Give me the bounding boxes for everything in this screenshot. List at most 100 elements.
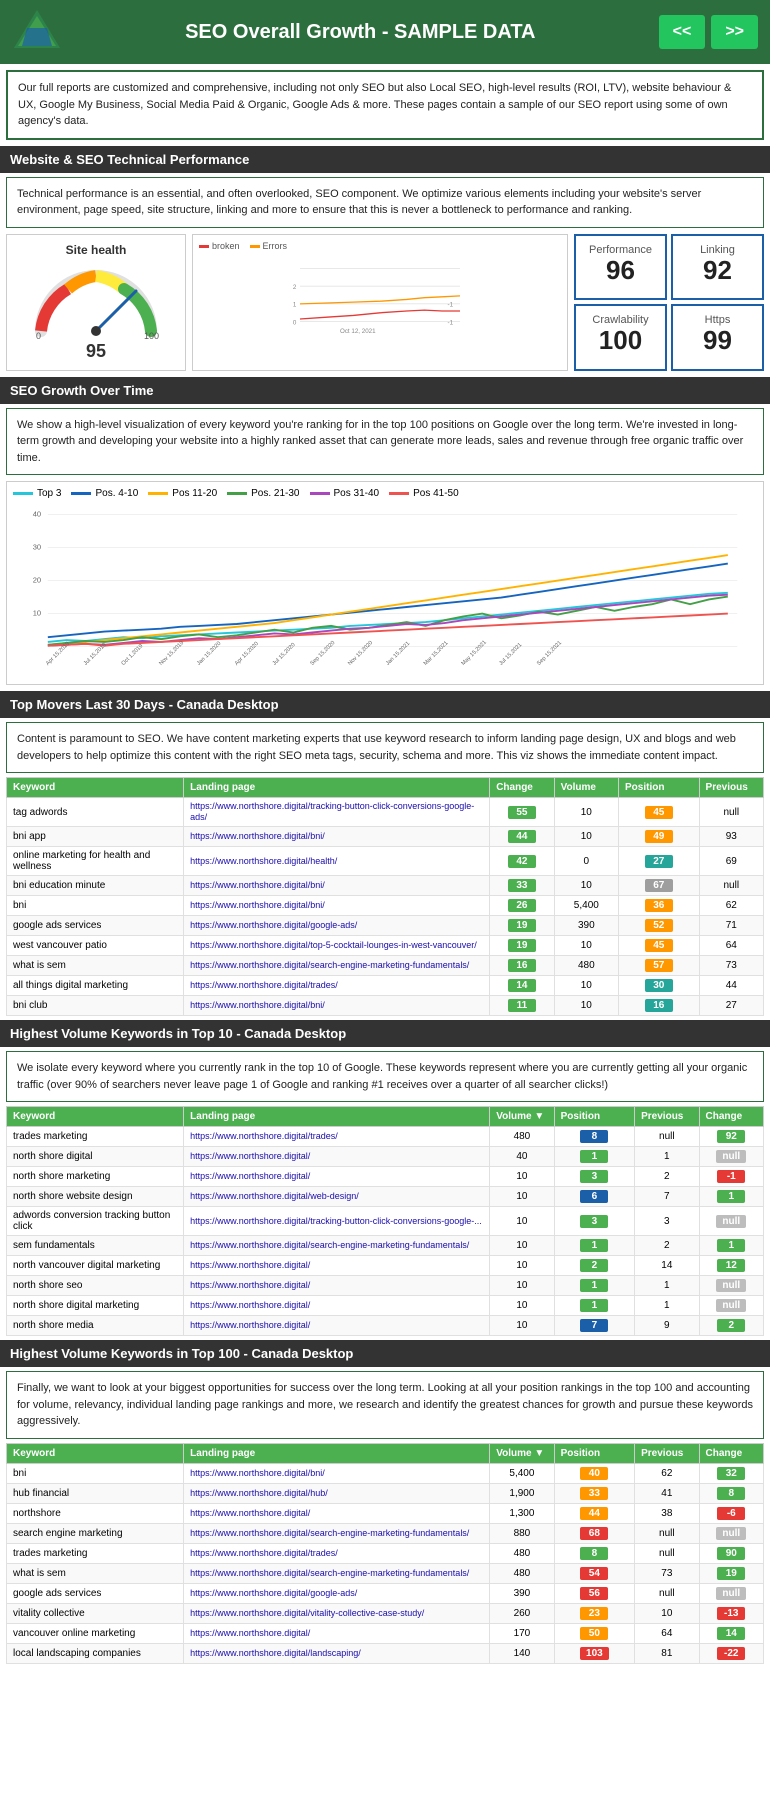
cell-change: 92 <box>699 1127 763 1147</box>
top100-header-row: Keyword Landing page Volume ▼ Position P… <box>7 1443 764 1463</box>
cell-position: 36 <box>619 896 700 916</box>
cell-position: 67 <box>619 876 700 896</box>
cell-volume: 170 <box>490 1623 554 1643</box>
table-row: bni club https://www.northshore.digital/… <box>7 996 764 1016</box>
cell-position: 45 <box>619 936 700 956</box>
cell-position: 1 <box>554 1296 635 1316</box>
next-button[interactable]: >> <box>711 15 758 49</box>
table-row: search engine marketing https://www.nort… <box>7 1523 764 1543</box>
cell-position: 7 <box>554 1316 635 1336</box>
svg-text:2: 2 <box>293 283 297 290</box>
cell-keyword: what is sem <box>7 956 184 976</box>
cell-url: https://www.northshore.digital/ <box>184 1147 490 1167</box>
svg-text:10: 10 <box>33 609 41 618</box>
svg-text:20: 20 <box>33 575 41 584</box>
cell-change: 19 <box>490 936 554 956</box>
table-row: vancouver online marketing https://www.n… <box>7 1623 764 1643</box>
table-row: north shore digital https://www.northsho… <box>7 1147 764 1167</box>
cell-change: -6 <box>699 1503 763 1523</box>
cell-volume: 1,900 <box>490 1483 554 1503</box>
top-movers-section-header: Top Movers Last 30 Days - Canada Desktop <box>0 691 770 718</box>
cell-position: 3 <box>554 1167 635 1187</box>
cell-volume: 10 <box>554 798 618 827</box>
cell-previous: 62 <box>699 896 763 916</box>
cell-volume: 480 <box>490 1127 554 1147</box>
cell-position: 8 <box>554 1543 635 1563</box>
cell-position: 30 <box>619 976 700 996</box>
top100-table-section: Keyword Landing page Volume ▼ Position P… <box>6 1443 764 1664</box>
cell-url: https://www.northshore.digital/landscapi… <box>184 1643 490 1663</box>
table-row: what is sem https://www.northshore.digit… <box>7 956 764 976</box>
svg-text:Oct 12, 2021: Oct 12, 2021 <box>340 328 376 335</box>
cell-keyword: vitality collective <box>7 1603 184 1623</box>
cell-volume: 10 <box>490 1296 554 1316</box>
cell-volume: 10 <box>490 1276 554 1296</box>
cell-volume: 5,400 <box>490 1463 554 1483</box>
table-row: sem fundamentals https://www.northshore.… <box>7 1236 764 1256</box>
col-previous-10: Previous <box>635 1107 699 1127</box>
legend-pos4: Pos. 4-10 <box>71 488 138 499</box>
cell-url: https://www.northshore.digital/ <box>184 1623 490 1643</box>
cell-change: 8 <box>699 1483 763 1503</box>
top100-section-header: Highest Volume Keywords in Top 100 - Can… <box>0 1340 770 1367</box>
growth-description: We show a high-level visualization of ev… <box>6 408 764 476</box>
cell-url: https://www.northshore.digital/hub/ <box>184 1483 490 1503</box>
cell-url: https://www.northshore.digital/ <box>184 1316 490 1336</box>
growth-legend: Top 3 Pos. 4-10 Pos 11-20 Pos. 21-30 Pos… <box>13 488 757 499</box>
table-row: google ads services https://www.northsho… <box>7 916 764 936</box>
cell-keyword: trades marketing <box>7 1543 184 1563</box>
cell-position: 44 <box>554 1503 635 1523</box>
svg-text:100: 100 <box>144 331 159 341</box>
table-row: hub financial https://www.northshore.dig… <box>7 1483 764 1503</box>
cell-change: 55 <box>490 798 554 827</box>
cell-previous: 41 <box>635 1483 699 1503</box>
table-row: west vancouver patio https://www.northsh… <box>7 936 764 956</box>
cell-url: https://www.northshore.digital/ <box>184 1503 490 1523</box>
col-volume-10: Volume ▼ <box>490 1107 554 1127</box>
cell-volume: 480 <box>490 1543 554 1563</box>
cell-url: https://www.northshore.digital/search-en… <box>184 956 490 976</box>
svg-text:Apr 15,2020: Apr 15,2020 <box>234 641 260 667</box>
cell-change: null <box>699 1147 763 1167</box>
errors-svg: 0 1 2 -1 -1 Oct 12, 2021 <box>199 255 561 335</box>
cell-volume: 10 <box>554 936 618 956</box>
top10-section-header: Highest Volume Keywords in Top 10 - Cana… <box>0 1020 770 1047</box>
table-row: bni https://www.northshore.digital/bni/ … <box>7 1463 764 1483</box>
cell-url: https://www.northshore.digital/tracking-… <box>184 798 490 827</box>
cell-previous: 73 <box>635 1563 699 1583</box>
cell-keyword: bni club <box>7 996 184 1016</box>
cell-change: 33 <box>490 876 554 896</box>
cell-url: https://www.northshore.digital/trades/ <box>184 1543 490 1563</box>
cell-change: 90 <box>699 1543 763 1563</box>
cell-change: -13 <box>699 1603 763 1623</box>
cell-keyword: west vancouver patio <box>7 936 184 956</box>
svg-text:Mar 15,2021: Mar 15,2021 <box>423 640 450 667</box>
col-keyword-10: Keyword <box>7 1107 184 1127</box>
cell-position: 1 <box>554 1147 635 1167</box>
col-volume: Volume <box>554 778 618 798</box>
table-row: trades marketing https://www.northshore.… <box>7 1543 764 1563</box>
cell-previous: null <box>699 876 763 896</box>
table-row: trades marketing https://www.northshore.… <box>7 1127 764 1147</box>
cell-previous: 2 <box>635 1167 699 1187</box>
top10-table-section: Keyword Landing page Volume ▼ Position P… <box>6 1106 764 1336</box>
cell-position: 1 <box>554 1236 635 1256</box>
cell-url: https://www.northshore.digital/ <box>184 1167 490 1187</box>
cell-position: 57 <box>619 956 700 976</box>
cell-change: null <box>699 1207 763 1236</box>
cell-volume: 0 <box>554 847 618 876</box>
svg-text:Nov 15,2020: Nov 15,2020 <box>347 640 374 667</box>
top10-description: We isolate every keyword where you curre… <box>6 1051 764 1102</box>
prev-button[interactable]: << <box>659 15 706 49</box>
cell-volume: 10 <box>490 1316 554 1336</box>
cell-url: https://www.northshore.digital/ <box>184 1276 490 1296</box>
cell-change: -22 <box>699 1643 763 1663</box>
cell-position: 27 <box>619 847 700 876</box>
legend-top3: Top 3 <box>13 488 61 499</box>
col-previous-100: Previous <box>635 1443 699 1463</box>
cell-change: 32 <box>699 1463 763 1483</box>
cell-volume: 390 <box>490 1583 554 1603</box>
svg-text:0: 0 <box>293 319 297 326</box>
cell-keyword: local landscaping companies <box>7 1643 184 1663</box>
cell-position: 49 <box>619 827 700 847</box>
